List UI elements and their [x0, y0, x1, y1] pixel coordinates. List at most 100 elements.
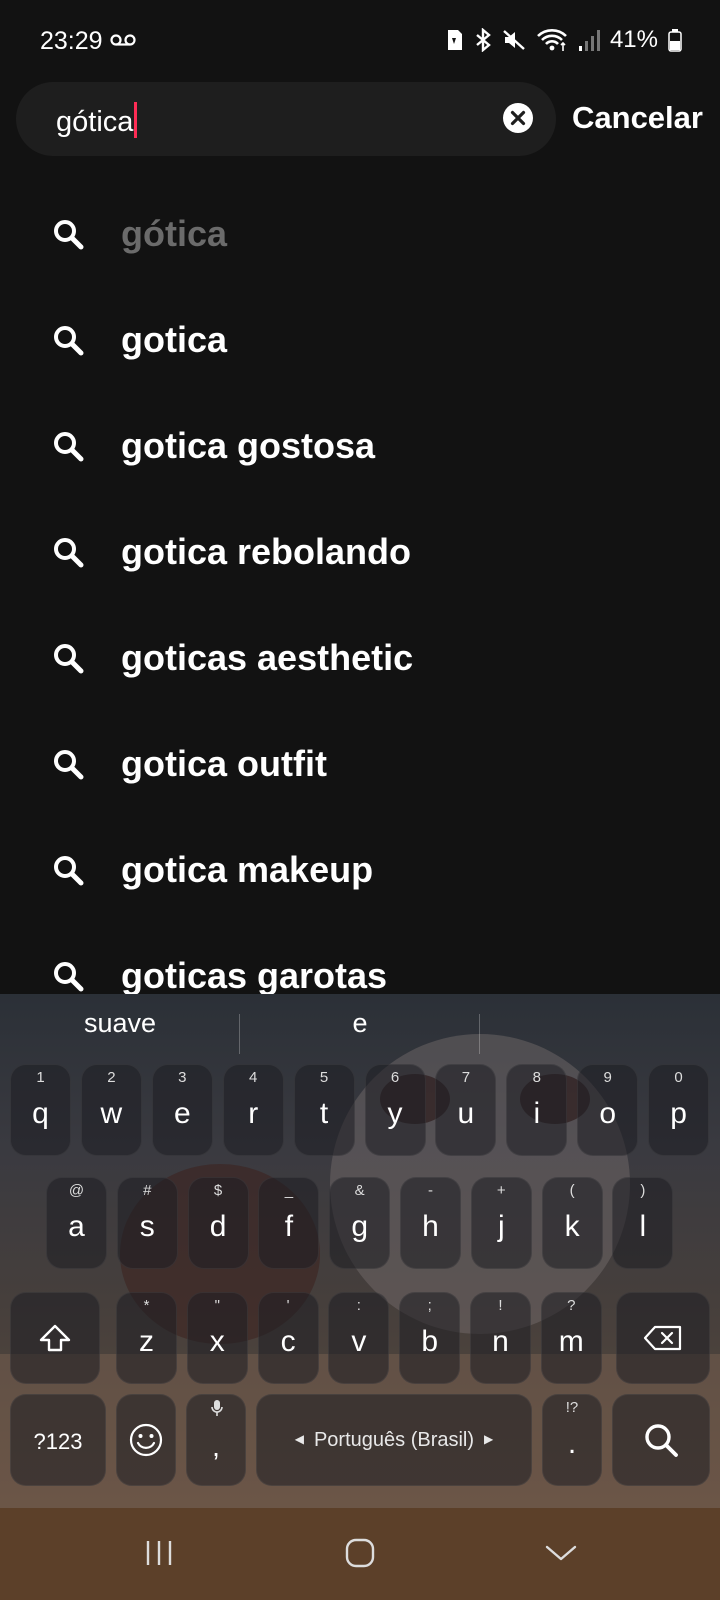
key-label: r	[248, 1097, 259, 1130]
suggestion-item[interactable]: goticas aesthetic	[0, 606, 720, 712]
search-query: gótica	[56, 106, 134, 138]
key-label: p	[670, 1097, 687, 1130]
key-hint: 7	[461, 1069, 471, 1086]
key-hint: @	[68, 1182, 85, 1199]
key-hint: _	[284, 1182, 294, 1199]
key-f[interactable]: _ f	[258, 1177, 320, 1269]
key-b[interactable]: ; b	[399, 1292, 461, 1384]
key-hint: &	[354, 1182, 365, 1199]
suggestion-item[interactable]: gótica	[0, 182, 720, 288]
key-e[interactable]: 3e	[151, 1064, 213, 1156]
search-icon	[54, 326, 84, 356]
key-hint: "	[214, 1297, 220, 1314]
suggestion-item[interactable]: gotica outfit	[0, 712, 720, 818]
key-d[interactable]: $ d	[187, 1177, 249, 1269]
search-input[interactable]: gótica	[16, 82, 556, 156]
key-label: q	[32, 1097, 49, 1130]
shift-key[interactable]	[10, 1292, 100, 1384]
key-h[interactable]: -h	[400, 1177, 461, 1269]
key-hint: 6	[390, 1069, 400, 1086]
chevron-right-icon: ▶	[484, 1432, 494, 1446]
suggestion-item[interactable]: gotica	[0, 288, 720, 394]
key-l[interactable]: ) l	[612, 1177, 674, 1269]
suggestion-label: gotica rebolando	[121, 531, 412, 572]
key-label: a	[68, 1210, 85, 1243]
key-label: i	[533, 1097, 541, 1130]
key-w[interactable]: 2w	[80, 1064, 142, 1156]
key-label: d	[209, 1210, 227, 1243]
text-caret	[134, 102, 138, 138]
key-hint: 3	[178, 1069, 187, 1086]
backspace-icon	[643, 1325, 682, 1351]
key-g[interactable]: & g	[329, 1177, 391, 1269]
search-icon	[54, 538, 84, 568]
suggestion-item[interactable]: gotica rebolando	[0, 500, 720, 606]
search-icon	[54, 962, 84, 992]
key-hint: 4	[249, 1069, 258, 1086]
key-label: g	[351, 1210, 369, 1243]
key-k[interactable]: (k	[541, 1177, 603, 1269]
search-icon	[54, 644, 84, 674]
suggestion-label: gotica gostosa	[121, 425, 376, 466]
recent-apps-icon[interactable]	[144, 1538, 174, 1568]
suggestion-label: gotica makeup	[121, 849, 374, 890]
prediction-2[interactable]: e	[240, 1008, 480, 1039]
prediction-divider	[479, 1014, 480, 1054]
key-label: h	[422, 1210, 439, 1243]
key-hint: ;	[427, 1297, 432, 1314]
backspace-key[interactable]	[616, 1292, 710, 1384]
suggestion-item[interactable]: gotica makeup	[0, 818, 720, 924]
clear-icon[interactable]	[502, 102, 534, 134]
key-label: n	[492, 1325, 509, 1358]
key-hint: 0	[674, 1069, 683, 1086]
key-u[interactable]: 7u	[435, 1064, 497, 1156]
key-label: y	[387, 1097, 403, 1130]
symbols-key[interactable]: ?123	[10, 1394, 106, 1486]
key-label: w	[100, 1097, 123, 1130]
comma-key[interactable]: ,	[186, 1394, 246, 1486]
key-i[interactable]: 8i	[506, 1064, 568, 1156]
key-j[interactable]: + j	[470, 1177, 532, 1269]
space-key[interactable]: ◀ Português (Brasil) ▶	[256, 1394, 532, 1486]
bluetooth-icon	[476, 28, 491, 52]
key-hint: 2	[107, 1069, 116, 1086]
suggestion-item[interactable]: goticas garotas	[0, 924, 720, 994]
emoji-key[interactable]	[116, 1394, 176, 1486]
prediction-1[interactable]: suave	[0, 1008, 240, 1039]
wifi-icon	[537, 29, 567, 51]
suggestion-label: gótica	[121, 213, 228, 254]
signal-icon	[578, 30, 600, 51]
key-t[interactable]: 5t	[293, 1064, 355, 1156]
back-icon[interactable]	[544, 1538, 578, 1568]
suggestion-label: goticas garotas	[121, 955, 388, 994]
key-m[interactable]: ? m	[540, 1292, 602, 1384]
period-key[interactable]: !? .	[542, 1394, 602, 1486]
key-p[interactable]: 0p	[648, 1064, 710, 1156]
key-label: s	[139, 1210, 155, 1243]
key-v[interactable]: :v	[328, 1292, 390, 1384]
key-hint: ?	[567, 1297, 576, 1314]
suggestion-item[interactable]: gotica gostosa	[0, 394, 720, 500]
key-c[interactable]: ' c	[257, 1292, 319, 1384]
key-a[interactable]: @ a	[46, 1177, 107, 1269]
key-z[interactable]: * z	[116, 1292, 177, 1384]
home-icon[interactable]	[344, 1538, 376, 1568]
key-label: f	[284, 1210, 294, 1243]
key-hint: +	[496, 1182, 506, 1199]
search-key[interactable]	[612, 1394, 710, 1486]
key-s[interactable]: # s	[116, 1177, 178, 1269]
key-hint: 9	[603, 1069, 612, 1086]
key-hint: 1	[36, 1069, 45, 1086]
key-y[interactable]: 6y	[364, 1064, 426, 1156]
key-n[interactable]: ! n	[470, 1292, 531, 1384]
cancel-button[interactable]: Cancelar	[572, 100, 703, 136]
key-hint: :	[356, 1297, 361, 1314]
key-x[interactable]: " x	[186, 1292, 248, 1384]
key-q[interactable]: 1q	[10, 1064, 71, 1156]
sim-icon	[447, 30, 462, 50]
key-o[interactable]: 9o	[577, 1064, 639, 1156]
battery-percent: 41%	[609, 26, 658, 53]
key-label: k	[564, 1210, 580, 1243]
key-r[interactable]: 4r	[222, 1064, 284, 1156]
key-hint: '	[286, 1297, 290, 1314]
